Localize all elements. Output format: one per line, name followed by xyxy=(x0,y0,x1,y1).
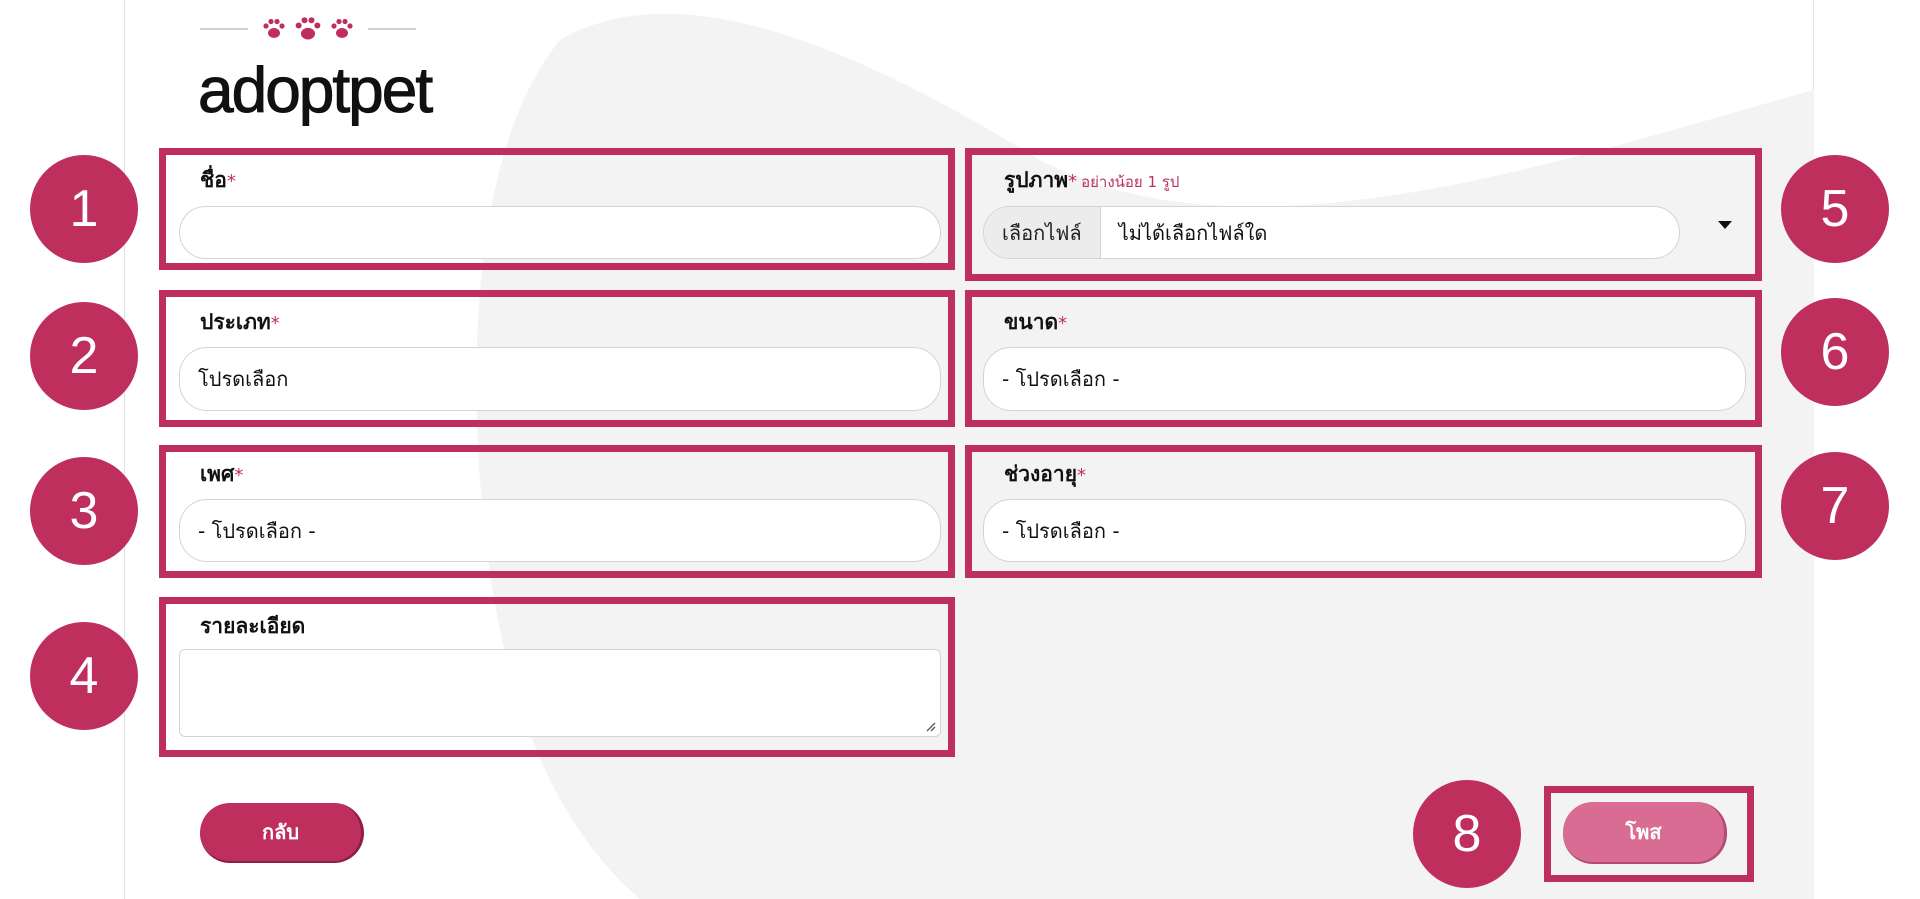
name-label: ชื่อ* xyxy=(200,164,236,197)
image-hint: อย่างน้อย 1 รูป xyxy=(1081,173,1180,191)
divider-left xyxy=(200,28,248,30)
paw-print-icon xyxy=(294,16,322,42)
gender-select[interactable]: - โปรดเลือก - xyxy=(179,499,941,562)
back-button[interactable]: กลับ xyxy=(200,803,364,863)
detail-textarea[interactable] xyxy=(179,649,941,737)
image-label-text: รูปภาพ xyxy=(1004,168,1069,192)
callout-6: 6 xyxy=(1781,298,1889,406)
callout-2: 2 xyxy=(30,302,138,410)
required-marker: * xyxy=(234,465,244,486)
required-marker: * xyxy=(226,171,236,192)
divider-right xyxy=(368,28,416,30)
required-marker: * xyxy=(1077,465,1087,486)
caret-down-icon[interactable] xyxy=(1717,220,1733,230)
paw-print-icon xyxy=(330,18,354,40)
size-label-text: ขนาด xyxy=(1004,310,1059,334)
callout-5: 5 xyxy=(1781,155,1889,263)
age-range-select[interactable]: - โปรดเลือก - xyxy=(983,499,1746,562)
callout-1: 1 xyxy=(30,155,138,263)
callout-8: 8 xyxy=(1413,780,1521,888)
image-label: รูปภาพ* อย่างน้อย 1 รูป xyxy=(1004,164,1179,197)
type-label-text: ประเภท xyxy=(200,310,271,334)
callout-4: 4 xyxy=(30,622,138,730)
gender-label: เพศ* xyxy=(200,458,243,491)
age-range-label-text: ช่วงอายุ xyxy=(1004,462,1078,486)
brand-logo: adoptpet xyxy=(197,54,433,127)
image-file-input[interactable]: เลือกไฟล์ ไม่ได้เลือกไฟล์ใด xyxy=(983,206,1680,259)
post-button[interactable]: โพส xyxy=(1563,802,1727,864)
paw-print-icon xyxy=(262,18,286,40)
choose-file-button[interactable]: เลือกไฟล์ xyxy=(984,207,1101,258)
type-select[interactable]: โปรดเลือก xyxy=(179,347,941,411)
resize-grip-icon[interactable] xyxy=(924,720,936,732)
required-marker: * xyxy=(1058,313,1068,334)
name-input[interactable] xyxy=(179,206,941,259)
name-label-text: ชื่อ xyxy=(200,168,227,192)
callout-7: 7 xyxy=(1781,452,1889,560)
gender-label-text: เพศ xyxy=(200,462,235,486)
brand-ornament xyxy=(200,14,416,44)
callout-3: 3 xyxy=(30,457,138,565)
size-select[interactable]: - โปรดเลือก - xyxy=(983,347,1746,411)
file-status: ไม่ได้เลือกไฟล์ใด xyxy=(1118,220,1268,245)
paws-group xyxy=(262,16,354,42)
required-marker: * xyxy=(1068,171,1078,192)
type-label: ประเภท* xyxy=(200,306,280,339)
detail-label: รายละเอียด xyxy=(200,614,306,638)
size-label: ขนาด* xyxy=(1004,306,1067,339)
required-marker: * xyxy=(270,313,280,334)
age-range-label: ช่วงอายุ* xyxy=(1004,458,1086,491)
